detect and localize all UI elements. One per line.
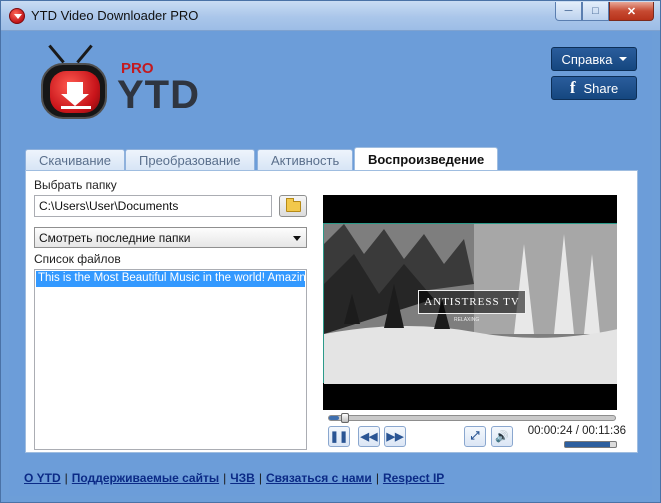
dropdown-arrow-icon xyxy=(293,236,301,241)
logo-ytd-text: YTD xyxy=(117,73,200,117)
seek-handle[interactable] xyxy=(341,413,350,423)
maximize-button[interactable]: □ xyxy=(582,2,609,21)
video-frame: ANTISTRESS TV RELAXING xyxy=(323,223,617,384)
footer-link-faq[interactable]: ЧЗВ xyxy=(230,471,255,485)
share-label: Share xyxy=(583,80,619,96)
file-list-label: Список файлов xyxy=(34,252,121,266)
footer-link-contact[interactable]: Связаться с нами xyxy=(266,471,372,485)
video-overlay-subtitle: RELAXING xyxy=(454,317,480,323)
ytd-logo: PRO YTD xyxy=(33,33,223,143)
folder-label: Выбрать папку xyxy=(34,178,117,192)
footer-link-respect-ip[interactable]: Respect IP xyxy=(383,471,444,485)
recent-folders-value: Смотреть последние папки xyxy=(39,231,191,245)
tab-playback[interactable]: Воспроизведение xyxy=(354,147,499,171)
tv-screen xyxy=(50,71,100,113)
forward-button[interactable]: ▶▶ xyxy=(384,426,406,447)
app-window: YTD Video Downloader PRO ─ □ ✕ PRO YTD С… xyxy=(0,0,661,503)
app-logo-icon xyxy=(9,8,25,24)
seek-bar[interactable] xyxy=(328,413,616,423)
window-title: YTD Video Downloader PRO xyxy=(31,8,199,23)
minimize-button[interactable]: ─ xyxy=(555,2,582,21)
fullscreen-button[interactable]: ⤢ xyxy=(464,426,486,447)
tv-logo-icon xyxy=(41,63,107,119)
browse-folder-button[interactable] xyxy=(279,195,307,217)
seek-bar-fill xyxy=(329,416,340,420)
download-bar xyxy=(61,106,91,109)
video-player[interactable]: ANTISTRESS TV RELAXING xyxy=(323,195,617,410)
file-list[interactable]: This is the Most Beautiful Music in the … xyxy=(34,269,307,450)
time-display: 00:00:24 / 00:11:36 xyxy=(527,425,626,437)
chevron-down-icon xyxy=(618,57,627,61)
download-arrow-icon xyxy=(61,82,89,106)
volume-button[interactable]: 🔊 xyxy=(491,426,513,447)
volume-slider[interactable] xyxy=(564,441,617,448)
help-label: Справка xyxy=(561,51,613,67)
antenna-right xyxy=(76,44,93,64)
footer-link-supported-sites[interactable]: Поддерживаемые сайты xyxy=(72,471,219,485)
title-bar[interactable]: YTD Video Downloader PRO ─ □ ✕ xyxy=(1,1,660,31)
share-button[interactable]: f Share xyxy=(551,76,637,100)
folder-icon xyxy=(285,197,301,212)
tab-download[interactable]: Скачивание xyxy=(25,149,126,171)
pause-button[interactable]: ❚❚ xyxy=(328,426,350,447)
video-overlay-title: ANTISTRESS TV xyxy=(418,290,526,314)
facebook-icon: f xyxy=(569,78,576,97)
footer-links: О YTD | Поддерживаемые сайты | ЧЗВ | Связаться… xyxy=(24,471,445,485)
file-list-item[interactable]: This is the Most Beautiful Music in the … xyxy=(36,271,305,287)
tab-convert[interactable]: Преобразование xyxy=(125,149,255,171)
close-button[interactable]: ✕ xyxy=(609,2,654,21)
folder-path-input[interactable]: C:\Users\User\Documents xyxy=(34,195,272,217)
footer-link-about[interactable]: О YTD xyxy=(24,471,61,485)
help-button[interactable]: Справка xyxy=(551,47,637,71)
volume-level-fill xyxy=(565,442,610,447)
tab-activity[interactable]: Активность xyxy=(257,149,354,171)
window-controls: ─ □ ✕ xyxy=(555,2,654,21)
rewind-button[interactable]: ◀◀ xyxy=(358,426,380,447)
playback-panel: Выбрать папку C:\Users\User\Documents См… xyxy=(25,170,638,453)
main-area: PRO YTD Справка f Share Скачивание Преоб… xyxy=(9,31,652,496)
antenna-left xyxy=(48,44,65,64)
recent-folders-select[interactable]: Смотреть последние папки xyxy=(34,227,307,248)
